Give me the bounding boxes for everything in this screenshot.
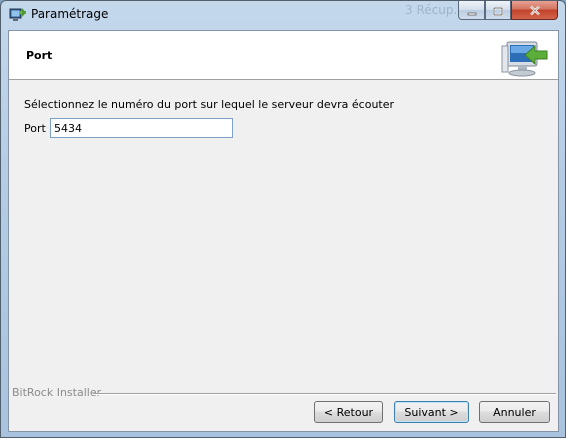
cancel-button[interactable]: Annuler [479, 401, 550, 423]
port-label: Port [24, 122, 46, 135]
computer-arrow-icon [501, 36, 549, 78]
dialog-client-area: Port Sélectionnez le numéro du port sur … [8, 30, 559, 432]
maximize-icon [492, 1, 504, 20]
port-input[interactable] [50, 118, 233, 138]
minimize-icon [467, 1, 477, 20]
maximize-button[interactable] [485, 1, 511, 20]
back-button[interactable]: < Retour [314, 401, 383, 423]
close-button[interactable] [511, 1, 558, 20]
title-bar[interactable]: Paramétrage 3 Récup... [1, 1, 565, 29]
installer-window: Paramétrage 3 Récup... Port Sélectionnez… [0, 0, 566, 438]
page-title: Port [26, 49, 53, 62]
app-icon [9, 7, 27, 23]
close-icon [529, 1, 541, 20]
instruction-text: Sélectionnez le numéro du port sur leque… [24, 98, 395, 111]
window-title: Paramétrage [31, 7, 109, 21]
installer-brand-label: BitRock Installer [12, 386, 106, 399]
page-header: Port [9, 31, 558, 80]
footer-divider [93, 393, 556, 395]
next-button[interactable]: Suivant > [394, 401, 469, 423]
minimize-button[interactable] [458, 1, 485, 20]
background-window-text: 3 Récup... [405, 3, 465, 17]
